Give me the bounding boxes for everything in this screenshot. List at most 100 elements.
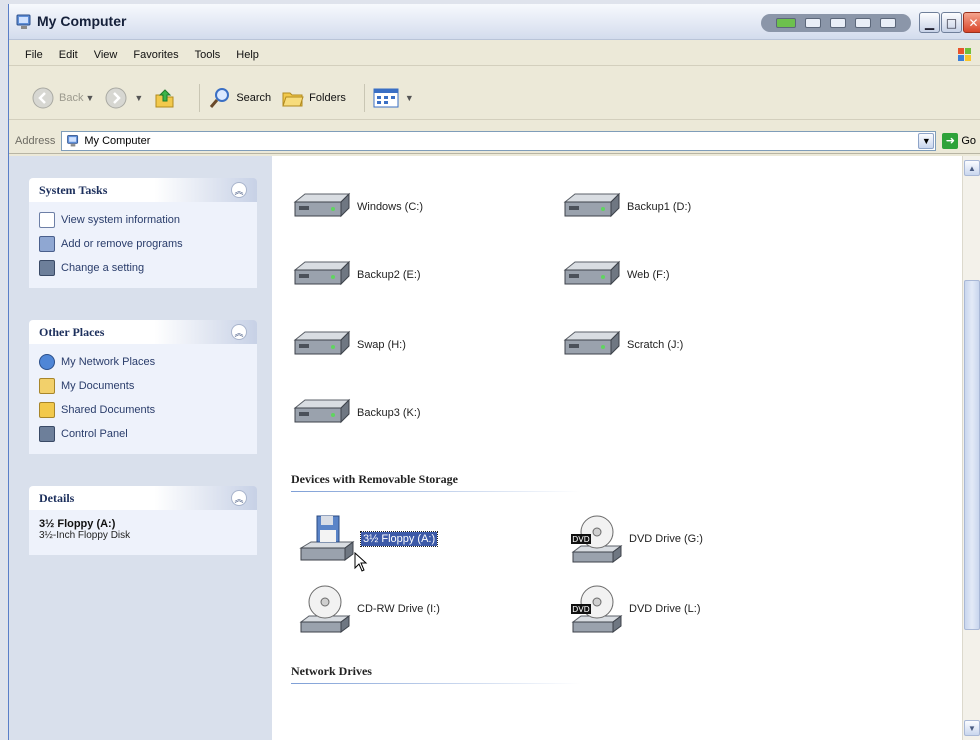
system-tasks-panel: System Tasks ︽ View system information A…: [29, 178, 257, 288]
title-bar[interactable]: My Computer ▁ □ ✕: [9, 4, 980, 40]
control-panel-icon: [39, 260, 55, 276]
hard-drive-icon: [293, 398, 351, 424]
mouse-cursor-icon: [354, 552, 368, 572]
drive-l-dvd[interactable]: DVD DVD Drive (L:): [569, 582, 701, 636]
panel-title: System Tasks: [39, 182, 108, 197]
scroll-up-icon[interactable]: ▲: [964, 160, 980, 176]
search-button[interactable]: Search: [208, 86, 271, 110]
address-dropdown-icon[interactable]: ▼: [918, 132, 935, 149]
details-item-name: 3½ Floppy (A:): [39, 518, 116, 530]
menu-view[interactable]: View: [86, 49, 126, 61]
collapse-chevron-icon[interactable]: ︽: [231, 490, 247, 506]
task-add-remove-programs[interactable]: Add or remove programs: [39, 232, 247, 256]
back-arrow-icon: [32, 87, 54, 108]
toolbar-separator: [199, 83, 201, 112]
network-places-icon: [39, 354, 55, 370]
hard-drive-icon: [293, 330, 351, 356]
menu-favorites[interactable]: Favorites: [125, 49, 186, 61]
drive-g-dvd[interactable]: DVD DVD Drive (G:): [569, 512, 703, 566]
address-label: Address: [15, 134, 56, 147]
floppy-drive-icon: [299, 515, 355, 561]
my-computer-icon: [16, 14, 31, 29]
menu-tools[interactable]: Tools: [187, 49, 229, 61]
task-pane: System Tasks ︽ View system information A…: [9, 156, 272, 740]
dvd-drive-icon: DVD: [571, 515, 623, 563]
address-bar: Address My Computer ▼ ➜ Go: [9, 128, 980, 154]
place-my-documents[interactable]: My Documents: [39, 374, 247, 398]
add-remove-programs-icon: [39, 236, 55, 252]
views-icon: [373, 88, 399, 107]
toolbar-separator: [363, 83, 365, 112]
go-button[interactable]: ➜ Go: [942, 132, 976, 149]
explorer-window: My Computer ▁ □ ✕ File Edit View Favorit…: [8, 4, 980, 740]
windows-logo-icon: [958, 48, 971, 61]
system-tasks-header[interactable]: System Tasks ︽: [29, 178, 257, 202]
hard-drive-icon: [563, 330, 621, 356]
views-dropdown-icon[interactable]: ▼: [405, 93, 414, 103]
scroll-down-icon[interactable]: ▼: [964, 720, 980, 736]
details-panel: Details ︽ 3½ Floppy (A:) 3½-Inch Floppy …: [29, 486, 257, 555]
other-places-header[interactable]: Other Places ︽: [29, 320, 257, 344]
dvd-badge: DVD: [572, 605, 590, 614]
hard-drive-icon: [293, 192, 351, 218]
forward-dropdown-icon[interactable]: ▼: [134, 93, 143, 103]
panel-title: Other Places: [39, 324, 105, 339]
system-info-icon: [39, 212, 55, 228]
drive-h[interactable]: Swap (H:): [291, 328, 406, 362]
drive-f[interactable]: Web (F:): [561, 258, 670, 292]
collapse-chevron-icon[interactable]: ︽: [231, 324, 247, 340]
up-folder-button[interactable]: [153, 86, 181, 110]
search-icon: [210, 87, 230, 108]
drive-j[interactable]: Scratch (J:): [561, 328, 683, 362]
close-button[interactable]: ✕: [963, 12, 980, 33]
menu-file[interactable]: File: [17, 49, 51, 61]
network-drives-heading: Network Drives: [291, 664, 372, 678]
address-input[interactable]: My Computer ▼: [61, 130, 937, 151]
window-title: My Computer: [37, 13, 127, 29]
place-shared-documents[interactable]: Shared Documents: [39, 398, 247, 422]
title-bar-widget[interactable]: [761, 14, 911, 32]
content-area: [272, 156, 962, 740]
views-button[interactable]: ▼: [373, 87, 414, 109]
hard-drive-icon: [563, 192, 621, 218]
place-control-panel[interactable]: Control Panel: [39, 422, 247, 446]
other-places-panel: Other Places ︽ My Network Places My Docu…: [29, 320, 257, 454]
back-dropdown-icon[interactable]: ▼: [85, 93, 94, 103]
control-panel-icon: [39, 426, 55, 442]
address-value: My Computer: [84, 134, 151, 147]
collapse-chevron-icon[interactable]: ︽: [231, 182, 247, 198]
maximize-button[interactable]: □: [941, 12, 962, 33]
my-computer-icon: [67, 134, 79, 146]
details-header[interactable]: Details ︽: [29, 486, 257, 510]
drive-i-cdrw[interactable]: CD-RW Drive (I:): [297, 582, 440, 636]
cd-drive-icon: [299, 585, 351, 633]
place-my-network-places[interactable]: My Network Places: [39, 350, 247, 374]
shared-documents-icon: [39, 402, 55, 418]
menu-help[interactable]: Help: [228, 49, 267, 61]
toolbar: Back ▼ ▼ Search Folders ▼: [9, 76, 980, 120]
panel-title: Details: [39, 490, 75, 505]
drive-e[interactable]: Backup2 (E:): [291, 258, 421, 292]
go-arrow-icon: ➜: [942, 132, 959, 149]
folders-button[interactable]: Folders: [281, 86, 346, 110]
menu-bar: File Edit View Favorites Tools Help: [9, 44, 980, 66]
vertical-scrollbar[interactable]: ▲ ▼: [962, 156, 980, 740]
task-change-setting[interactable]: Change a setting: [39, 256, 247, 280]
back-button[interactable]: Back ▼: [31, 86, 94, 110]
up-folder-icon: [155, 88, 174, 107]
minimize-button[interactable]: ▁: [919, 12, 940, 33]
forward-button[interactable]: ▼: [104, 86, 143, 110]
hard-drive-icon: [293, 260, 351, 286]
drive-k[interactable]: Backup3 (K:): [291, 396, 421, 430]
menu-edit[interactable]: Edit: [51, 49, 86, 61]
task-view-system-information[interactable]: View system information: [39, 208, 247, 232]
scroll-thumb[interactable]: [964, 280, 980, 630]
section-divider: [291, 683, 581, 684]
forward-arrow-icon: [105, 87, 127, 108]
drive-d[interactable]: Backup1 (D:): [561, 190, 691, 224]
dvd-badge: DVD: [572, 535, 590, 544]
drive-c[interactable]: Windows (C:): [291, 190, 423, 224]
removable-storage-heading: Devices with Removable Storage: [291, 472, 458, 486]
hard-drive-icon: [563, 260, 621, 286]
section-divider: [291, 491, 581, 492]
